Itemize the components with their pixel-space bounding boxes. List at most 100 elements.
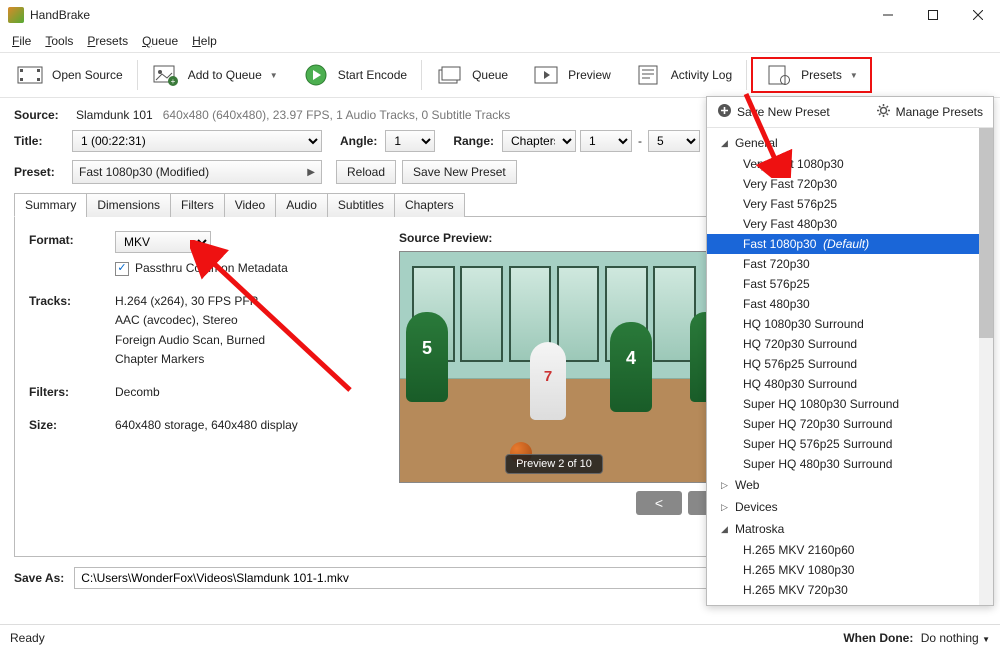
angle-select[interactable]: 1	[385, 130, 435, 152]
open-source-label: Open Source	[52, 68, 123, 82]
panel-manage-presets-button[interactable]: Manage Presets	[876, 103, 983, 121]
image-plus-icon: +	[152, 63, 180, 87]
preset-item[interactable]: Super HQ 576p25 Surround	[707, 434, 993, 454]
scrollbar-thumb[interactable]	[979, 128, 993, 338]
chevron-down-icon: ▼	[982, 635, 990, 644]
menu-file[interactable]: File	[6, 32, 37, 50]
filters-value: Decomb	[115, 383, 369, 402]
format-label: Format:	[29, 231, 115, 278]
open-source-button[interactable]: Open Source	[6, 59, 133, 91]
presets-label: Presets	[801, 68, 842, 82]
chevron-down-icon: ▼	[850, 71, 858, 80]
stack-icon	[436, 63, 464, 87]
annotation-highlight-box: Presets ▼	[751, 57, 872, 93]
source-label: Source:	[14, 108, 72, 122]
preset-item[interactable]: HQ 720p30 Surround	[707, 334, 993, 354]
range-to-select[interactable]: 5	[648, 130, 700, 152]
preset-category-web[interactable]: ▷Web	[707, 474, 993, 496]
saveas-label: Save As:	[14, 571, 64, 585]
menu-presets[interactable]: Presets	[81, 32, 134, 50]
save-new-preset-button[interactable]: Save New Preset	[402, 160, 517, 184]
reload-button[interactable]: Reload	[336, 160, 396, 184]
svg-text:+: +	[170, 77, 175, 86]
tab-audio[interactable]: Audio	[275, 193, 328, 217]
preset-item[interactable]: Fast 720p30	[707, 254, 993, 274]
size-label: Size:	[29, 416, 115, 435]
minimize-button[interactable]	[865, 0, 910, 30]
activity-log-label: Activity Log	[671, 68, 732, 82]
queue-button[interactable]: Queue	[426, 59, 518, 91]
when-done-value[interactable]: Do nothing ▼	[921, 631, 990, 645]
activity-log-button[interactable]: Activity Log	[625, 59, 742, 91]
preset-item[interactable]: Super HQ 1080p30 Surround	[707, 394, 993, 414]
preset-item[interactable]: HQ 1080p30 Surround	[707, 314, 993, 334]
presets-button[interactable]: Presets ▼	[759, 61, 864, 89]
preset-category-general[interactable]: ◢General	[707, 132, 993, 154]
preset-category-matroska[interactable]: ◢Matroska	[707, 518, 993, 540]
panel-save-new-preset-button[interactable]: Save New Preset	[717, 103, 830, 121]
preview-prev-button[interactable]: <	[636, 491, 682, 515]
add-to-queue-button[interactable]: + Add to Queue ▼	[142, 59, 288, 91]
title-select[interactable]: 1 (00:22:31)	[72, 130, 322, 152]
range-dash: -	[638, 134, 642, 148]
play-icon	[302, 63, 330, 87]
preset-item[interactable]: Super HQ 480p30 Surround	[707, 454, 993, 474]
tab-chapters[interactable]: Chapters	[394, 193, 465, 217]
menu-tools[interactable]: Tools	[39, 32, 79, 50]
size-value: 640x480 storage, 640x480 display	[115, 416, 369, 435]
when-done-label: When Done:	[843, 631, 913, 645]
tracks-value: H.264 (x264), 30 FPS PFR AAC (avcodec), …	[115, 292, 369, 369]
preset-item[interactable]: Very Fast 480p30	[707, 214, 993, 234]
range-from-select[interactable]: 1	[580, 130, 632, 152]
close-button[interactable]	[955, 0, 1000, 30]
preset-item[interactable]: Very Fast 576p25	[707, 194, 993, 214]
filters-label: Filters:	[29, 383, 115, 402]
start-encode-button[interactable]: Start Encode	[292, 59, 417, 91]
app-icon	[8, 7, 24, 23]
preset-label: Preset:	[14, 165, 72, 179]
range-type-select[interactable]: Chapters	[502, 130, 576, 152]
preview-button[interactable]: Preview	[522, 59, 621, 91]
tab-dimensions[interactable]: Dimensions	[86, 193, 171, 217]
status-text: Ready	[10, 631, 45, 645]
tab-subtitles[interactable]: Subtitles	[327, 193, 395, 217]
queue-label: Queue	[472, 68, 508, 82]
preview-icon	[532, 63, 560, 87]
preset-select[interactable]: Fast 1080p30 (Modified) ▶	[72, 160, 322, 184]
menubar: File Tools Presets Queue Help	[0, 30, 1000, 52]
preset-item[interactable]: H.265 MKV 1080p30	[707, 560, 993, 580]
presets-icon	[765, 63, 793, 87]
preset-item-selected[interactable]: Fast 1080p30 (Default)	[707, 234, 993, 254]
title-label: Title:	[14, 134, 72, 148]
preset-item[interactable]: Fast 480p30	[707, 294, 993, 314]
preset-item[interactable]: Very Fast 720p30	[707, 174, 993, 194]
source-preview-image: 5 7 4 Preview 2 of 10	[399, 251, 709, 483]
format-select[interactable]: MKV	[115, 231, 211, 253]
tracks-label: Tracks:	[29, 292, 115, 369]
preset-item[interactable]: H.265 MKV 2160p60	[707, 540, 993, 560]
menu-queue[interactable]: Queue	[136, 32, 184, 50]
preset-item[interactable]: HQ 576p25 Surround	[707, 354, 993, 374]
check-icon: ✓	[115, 262, 129, 276]
window-title: HandBrake	[30, 8, 865, 22]
tab-filters[interactable]: Filters	[170, 193, 225, 217]
passthru-checkbox[interactable]: ✓ Passthru Common Metadata	[115, 259, 369, 278]
presets-panel: Save New Preset Manage Presets ◢General …	[706, 96, 994, 606]
preset-item[interactable]: H.265 MKV 720p30	[707, 580, 993, 600]
preset-item[interactable]: Super HQ 720p30 Surround	[707, 414, 993, 434]
add-to-queue-label: Add to Queue	[188, 68, 262, 82]
maximize-button[interactable]	[910, 0, 955, 30]
preset-item[interactable]: HQ 480p30 Surround	[707, 374, 993, 394]
preset-item[interactable]: Very Fast 1080p30	[707, 154, 993, 174]
preset-item[interactable]: Fast 576p25	[707, 274, 993, 294]
preview-label: Preview	[568, 68, 611, 82]
source-meta: 640x480 (640x480), 23.97 FPS, 1 Audio Tr…	[163, 108, 511, 122]
menu-help[interactable]: Help	[186, 32, 223, 50]
log-icon	[635, 63, 663, 87]
chevron-right-icon: ▶	[307, 167, 315, 178]
tab-summary[interactable]: Summary	[14, 193, 87, 217]
plus-circle-icon	[717, 103, 732, 121]
tab-video[interactable]: Video	[224, 193, 276, 217]
preset-category-devices[interactable]: ▷Devices	[707, 496, 993, 518]
start-encode-label: Start Encode	[338, 68, 407, 82]
